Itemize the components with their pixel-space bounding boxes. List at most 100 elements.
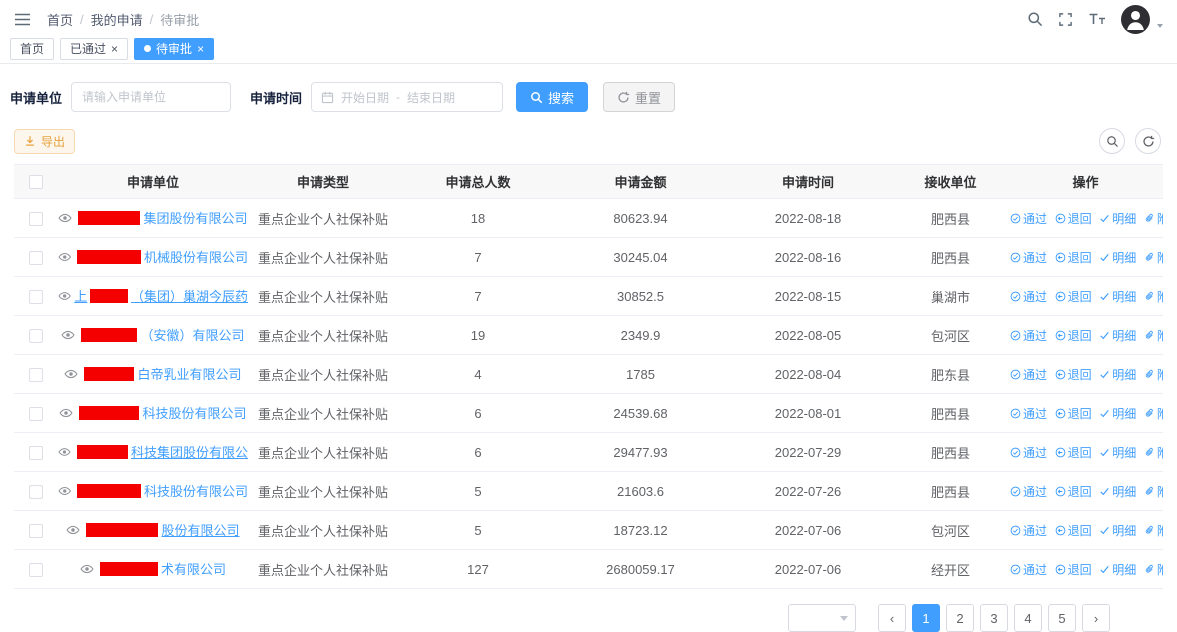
attachment-label: 附件 — [1157, 249, 1163, 266]
menu-collapse-icon[interactable] — [14, 12, 31, 27]
pagination-page-4[interactable]: 4 — [1014, 604, 1042, 632]
attachment-action[interactable]: 附件 — [1144, 210, 1163, 227]
date-range-picker[interactable]: 开始日期 - 结束日期 — [311, 82, 503, 112]
row-checkbox[interactable] — [29, 329, 43, 343]
tab-pending[interactable]: 待审批 × — [134, 38, 214, 60]
approve-action[interactable]: 通过 — [1010, 366, 1047, 383]
detail-action[interactable]: 明细 — [1099, 444, 1136, 461]
pagination-page-5[interactable]: 5 — [1048, 604, 1076, 632]
pagination-next[interactable]: › — [1082, 604, 1110, 632]
approve-action[interactable]: 通过 — [1010, 444, 1047, 461]
company-link[interactable]: 白帝乳业有限公司 — [64, 364, 241, 383]
detail-check-icon — [1099, 369, 1110, 380]
row-checkbox[interactable] — [29, 407, 43, 421]
pagination-page-3[interactable]: 3 — [980, 604, 1008, 632]
row-checkbox[interactable] — [29, 524, 43, 538]
row-checkbox[interactable] — [29, 485, 43, 499]
row-checkbox[interactable] — [29, 251, 43, 265]
tab-home[interactable]: 首页 — [10, 38, 54, 60]
detail-action[interactable]: 明细 — [1099, 405, 1136, 422]
export-button[interactable]: 导出 — [14, 129, 75, 154]
breadcrumb-separator: / — [80, 12, 84, 27]
company-link[interactable]: 集团股份有限公司 — [58, 208, 247, 227]
apply-unit-input[interactable] — [71, 82, 231, 112]
breadcrumb-my-applications[interactable]: 我的申请 — [91, 10, 143, 29]
detail-action[interactable]: 明细 — [1099, 210, 1136, 227]
return-action[interactable]: 退回 — [1055, 522, 1092, 539]
detail-action[interactable]: 明细 — [1099, 561, 1136, 578]
attachment-action[interactable]: 附件 — [1144, 444, 1163, 461]
user-avatar[interactable] — [1121, 5, 1150, 34]
return-action[interactable]: 退回 — [1055, 249, 1092, 266]
approve-action[interactable]: 通过 — [1010, 249, 1047, 266]
approve-action[interactable]: 通过 — [1010, 522, 1047, 539]
attachment-action[interactable]: 附件 — [1144, 561, 1163, 578]
approve-action[interactable]: 通过 — [1010, 210, 1047, 227]
company-link[interactable]: 术有限公司 — [80, 559, 226, 578]
return-circle-icon — [1055, 252, 1066, 263]
detail-action[interactable]: 明细 — [1099, 249, 1136, 266]
approve-action[interactable]: 通过 — [1010, 405, 1047, 422]
detail-action[interactable]: 明细 — [1099, 288, 1136, 305]
attachment-action[interactable]: 附件 — [1144, 249, 1163, 266]
attachment-action[interactable]: 附件 — [1144, 483, 1163, 500]
fullscreen-icon[interactable] — [1058, 12, 1073, 27]
company-link[interactable]: 科技集团股份有限公 — [58, 442, 248, 461]
approve-action[interactable]: 通过 — [1010, 561, 1047, 578]
table-row: 科技集团股份有限公 重点企业个人社保补贴 6 29477.93 2022-07-… — [14, 433, 1163, 472]
search-button[interactable]: 搜索 — [516, 82, 588, 112]
company-link[interactable]: 科技股份有限公司 — [59, 403, 246, 422]
approve-action[interactable]: 通过 — [1010, 483, 1047, 500]
pagination-prev[interactable]: ‹ — [878, 604, 906, 632]
return-action[interactable]: 退回 — [1055, 210, 1092, 227]
return-circle-icon — [1055, 291, 1066, 302]
row-checkbox[interactable] — [29, 563, 43, 577]
attachment-action[interactable]: 附件 — [1144, 327, 1163, 344]
row-checkbox[interactable] — [29, 212, 43, 226]
select-all-checkbox[interactable] — [29, 175, 43, 189]
tab-close-icon[interactable]: × — [197, 43, 204, 55]
reset-button[interactable]: 重置 — [603, 82, 675, 112]
detail-action[interactable]: 明细 — [1099, 327, 1136, 344]
search-icon[interactable] — [1027, 11, 1043, 27]
tab-close-icon[interactable]: × — [111, 43, 118, 55]
table-refresh-button[interactable] — [1135, 128, 1161, 154]
row-checkbox[interactable] — [29, 290, 43, 304]
breadcrumb-home[interactable]: 首页 — [47, 10, 73, 29]
company-link[interactable]: 股份有限公司 — [66, 520, 239, 539]
return-action[interactable]: 退回 — [1055, 288, 1092, 305]
avatar-dropdown-caret[interactable] — [1157, 24, 1163, 28]
company-link[interactable]: 上 （集团）巢湖今辰药 — [58, 286, 248, 305]
font-size-icon[interactable] — [1088, 12, 1106, 26]
company-link[interactable]: （安徽）有限公司 — [61, 325, 244, 344]
approve-action[interactable]: 通过 — [1010, 327, 1047, 344]
page-size-select[interactable] — [788, 604, 856, 632]
return-action[interactable]: 退回 — [1055, 366, 1092, 383]
return-action[interactable]: 退回 — [1055, 483, 1092, 500]
row-checkbox[interactable] — [29, 368, 43, 382]
row-checkbox[interactable] — [29, 446, 43, 460]
return-action[interactable]: 退回 — [1055, 561, 1092, 578]
return-circle-icon — [1055, 213, 1066, 224]
approve-action[interactable]: 通过 — [1010, 288, 1047, 305]
detail-action[interactable]: 明细 — [1099, 366, 1136, 383]
attachment-action[interactable]: 附件 — [1144, 366, 1163, 383]
attachment-action[interactable]: 附件 — [1144, 405, 1163, 422]
detail-action[interactable]: 明细 — [1099, 483, 1136, 500]
company-name: （集团）巢湖今辰药 — [131, 286, 248, 305]
attachment-action[interactable]: 附件 — [1144, 288, 1163, 305]
attachment-action[interactable]: 附件 — [1144, 522, 1163, 539]
pagination-page-2[interactable]: 2 — [946, 604, 974, 632]
approve-label: 通过 — [1023, 444, 1047, 461]
tab-approved[interactable]: 已通过 × — [60, 38, 128, 60]
company-link[interactable]: 机械股份有限公司 — [58, 247, 248, 266]
pagination-page-1[interactable]: 1 — [912, 604, 940, 632]
detail-action[interactable]: 明细 — [1099, 522, 1136, 539]
return-label: 退回 — [1068, 561, 1092, 578]
return-action[interactable]: 退回 — [1055, 444, 1092, 461]
return-action[interactable]: 退回 — [1055, 405, 1092, 422]
company-link[interactable]: 科技股份有限公司 — [58, 481, 248, 500]
return-action[interactable]: 退回 — [1055, 327, 1092, 344]
table-search-toggle[interactable] — [1099, 128, 1125, 154]
apply-type-cell: 重点企业个人社保补贴 — [248, 550, 398, 589]
